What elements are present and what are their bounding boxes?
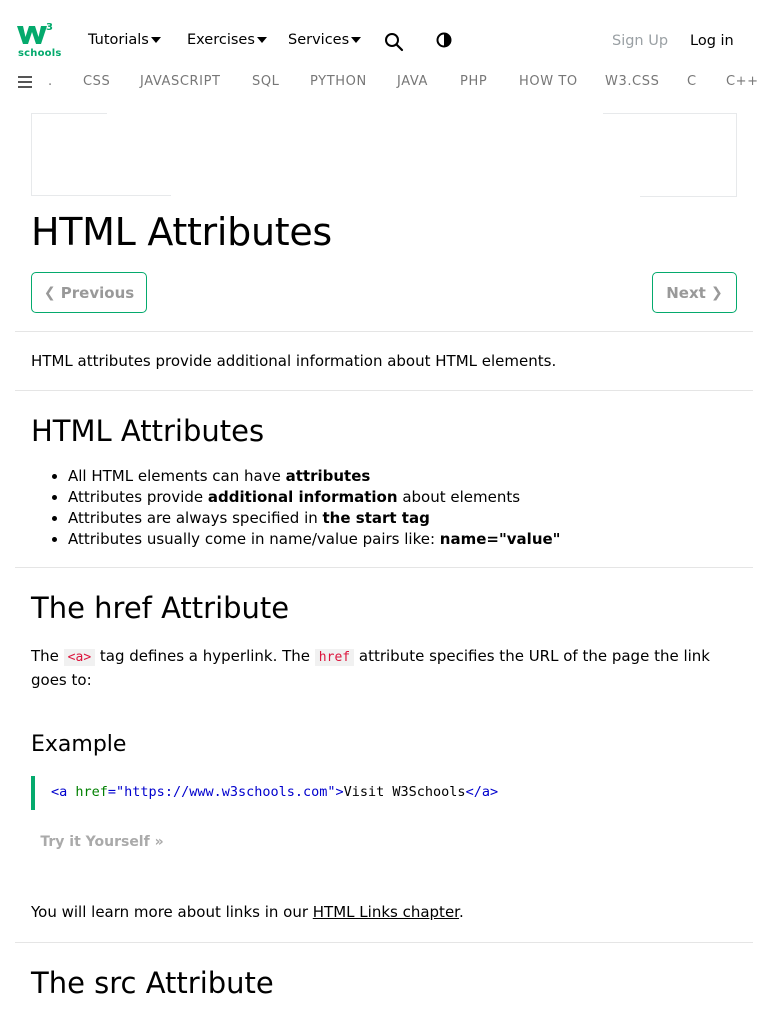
menu-tutorials[interactable]: Tutorials [88, 32, 161, 48]
list-item: Attributes provide additional informatio… [68, 488, 561, 509]
html-links-chapter-link[interactable]: HTML Links chapter [313, 903, 459, 921]
ad-border [31, 113, 32, 195]
subnav-item-python[interactable]: PYTHON [310, 74, 367, 89]
list-item: Attributes are always specified in the s… [68, 509, 561, 530]
caret-down-icon [351, 37, 362, 43]
subnav-item-css[interactable]: CSS [83, 74, 110, 89]
list-item: All HTML elements can have attributes [68, 467, 561, 488]
ad-border [31, 113, 107, 114]
inline-code-href: href [314, 649, 355, 666]
subnav-item-w3css[interactable]: W3.CSS [605, 74, 659, 89]
ad-placeholder [31, 113, 737, 197]
example-title: Example [31, 732, 127, 757]
section-heading-href: The href Attribute [31, 591, 290, 625]
subnav-item-howto[interactable]: HOW TO [519, 74, 578, 89]
signup-link[interactable]: Sign Up [612, 33, 668, 49]
subnav-bar: . CSS JAVASCRIPT SQL PYTHON JAVA PHP HOW… [0, 64, 768, 100]
menu-exercises-label: Exercises [187, 32, 255, 48]
subnav-item-cpp[interactable]: C++ [726, 74, 759, 89]
divider [15, 567, 753, 568]
chevron-right-icon: ❯ [711, 284, 723, 301]
next-label: Next [666, 283, 706, 302]
ad-border [31, 195, 171, 196]
ad-border [603, 113, 737, 114]
logo-superscript: 3 [46, 22, 53, 33]
logo-text: schools [18, 48, 62, 59]
try-it-yourself-button[interactable]: Try it Yourself » [31, 828, 173, 856]
section-heading-attributes: HTML Attributes [31, 414, 265, 448]
intro-text: HTML attributes provide additional infor… [31, 352, 557, 370]
menu-services[interactable]: Services [288, 32, 362, 48]
top-bar: 3 schools Tutorials Exercises Services S… [0, 0, 768, 64]
subnav-item-dot[interactable]: . [48, 74, 53, 89]
hamburger-icon[interactable] [18, 76, 32, 88]
attributes-list: All HTML elements can have attributes At… [50, 467, 561, 551]
login-link[interactable]: Log in [690, 33, 734, 49]
list-item: Attributes usually come in name/value pa… [68, 530, 561, 551]
previous-button[interactable]: ❮ Previous [31, 272, 147, 313]
divider [15, 942, 753, 943]
code-example: <a href="https://www.w3schools.com">Visi… [31, 776, 737, 810]
next-button[interactable]: Next ❯ [652, 272, 737, 313]
w3schools-logo[interactable]: 3 schools [16, 22, 61, 60]
chevron-left-icon: ❮ [43, 284, 56, 301]
subnav-item-javascript[interactable]: JAVASCRIPT [140, 74, 221, 89]
subnav-item-c[interactable]: C [687, 74, 697, 89]
page-title: HTML Attributes [31, 210, 332, 254]
previous-label: Previous [60, 283, 135, 302]
code-line: <a href="https://www.w3schools.com">Visi… [51, 784, 499, 800]
caret-down-icon [150, 37, 161, 43]
subnav-item-php[interactable]: PHP [460, 74, 487, 89]
search-icon[interactable] [384, 32, 404, 52]
href-description: The <a> tag defines a hyperlink. The hre… [31, 647, 710, 689]
menu-tutorials-label: Tutorials [88, 32, 149, 48]
divider [15, 390, 753, 391]
section-heading-src: The src Attribute [31, 966, 274, 1000]
ad-border [736, 113, 737, 197]
subnav-item-sql[interactable]: SQL [252, 74, 280, 89]
contrast-icon[interactable] [436, 32, 452, 48]
divider [15, 331, 753, 332]
menu-services-label: Services [288, 32, 350, 48]
subnav-item-java[interactable]: JAVA [397, 74, 428, 89]
caret-down-icon [256, 37, 267, 43]
links-note: You will learn more about links in our H… [31, 903, 464, 921]
logo-w-icon [17, 26, 47, 44]
ad-border [640, 196, 737, 197]
inline-code-a: <a> [63, 649, 96, 666]
menu-exercises[interactable]: Exercises [187, 32, 267, 48]
